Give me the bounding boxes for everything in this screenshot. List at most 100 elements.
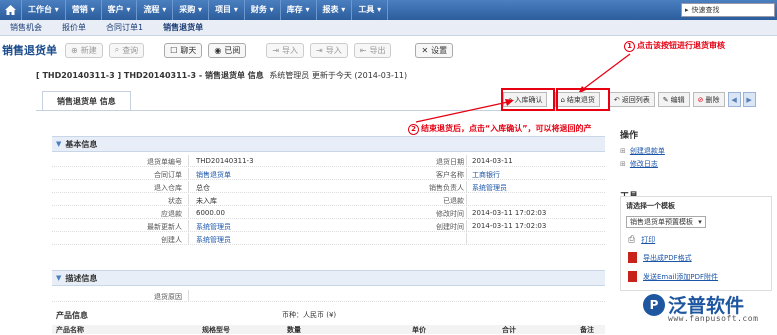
- field-value[interactable]: 销售退货单: [196, 170, 231, 180]
- back-to-list-label: 返回列表: [621, 95, 650, 104]
- chat-button[interactable]: ☐ 聊天: [164, 42, 203, 58]
- left-arrow-icon: ◀: [731, 95, 737, 104]
- export-pdf-link[interactable]: 导出成PDF格式: [643, 253, 692, 263]
- basic-info-row: 退货单编号 THD20140311-3 退货日期 2014-03-11: [52, 155, 605, 167]
- field-label: 应退款: [161, 210, 182, 218]
- divider: [188, 155, 189, 167]
- subnav-sales-return[interactable]: 销售退货单: [153, 22, 213, 33]
- next-record-button[interactable]: ▶: [742, 92, 756, 107]
- export-button[interactable]: ⇤ 导出: [353, 42, 392, 58]
- new-button[interactable]: ⊕ 新建: [65, 42, 103, 58]
- field-label: 最新更新人: [147, 223, 182, 231]
- tab-return-info-label: 销售退货单 信息: [57, 97, 116, 106]
- search-icon: ⌕: [114, 45, 120, 54]
- import-icon: ⇥: [272, 45, 280, 55]
- export-icon: ⇤: [359, 45, 367, 55]
- basic-info-row: 创建人 系统管理员: [52, 233, 605, 245]
- import-button-2[interactable]: ⇥ 导入: [310, 42, 348, 58]
- new-button-label: 新建: [80, 45, 97, 55]
- create-refund-link[interactable]: 创建退款单: [630, 147, 665, 155]
- menu-reports[interactable]: 报表 ▾: [317, 0, 353, 20]
- basic-info-row: 退入仓库 总仓 销售负责人 系统管理员: [52, 181, 605, 193]
- divider: [466, 155, 467, 167]
- field-value: 未入库: [196, 197, 217, 205]
- field-value[interactable]: 系统管理员: [196, 235, 231, 245]
- op-create-refund[interactable]: ⊞ 创建退款单: [620, 146, 777, 156]
- menu-inventory[interactable]: 库存 ▾: [281, 0, 317, 20]
- delete-button[interactable]: ⊘ 删除: [692, 92, 725, 107]
- menu-tools[interactable]: 工具 ▾: [352, 0, 389, 20]
- divider: [466, 207, 467, 219]
- menu-marketing[interactable]: 营销 ▾: [66, 0, 102, 20]
- chevron-down-icon: ▼: [56, 274, 62, 282]
- back-to-list-button[interactable]: ↶ 返回列表: [608, 92, 655, 107]
- subnav-sales-opportunity[interactable]: 销售机会: [0, 22, 52, 33]
- divider: [188, 194, 189, 206]
- tool-email-pdf[interactable]: 发送Email添加PDF附件: [628, 271, 718, 282]
- import-button-label: 导入: [282, 45, 299, 55]
- field-value[interactable]: 系统管理员: [472, 183, 507, 193]
- menu-project[interactable]: 项目 ▾: [209, 0, 245, 20]
- field-value: 2014-03-11: [472, 157, 513, 165]
- menu-finance[interactable]: 财务 ▾: [245, 0, 281, 20]
- query-button-label: 查询: [122, 45, 139, 55]
- op-change-log[interactable]: ⊞ 修改日志: [620, 159, 777, 169]
- subnav-quote[interactable]: 报价单: [52, 22, 96, 33]
- settings-button[interactable]: ✕ 设置: [415, 42, 454, 58]
- divider: [466, 233, 467, 245]
- menu-workflow[interactable]: 流程 ▾: [137, 0, 174, 20]
- pdf-icon: [628, 271, 637, 282]
- menu-purchase[interactable]: 采购 ▾: [173, 0, 210, 20]
- chat-icon: ☐: [170, 45, 178, 55]
- basic-info-header[interactable]: ▼ 基本信息: [52, 136, 605, 152]
- divider: [466, 168, 467, 180]
- menu-workbench[interactable]: 工作台 ▾: [22, 0, 66, 20]
- change-log-link[interactable]: 修改日志: [630, 160, 658, 168]
- field-label: 退入仓库: [154, 184, 182, 192]
- edit-label: 编辑: [670, 95, 685, 104]
- divider: [188, 233, 189, 245]
- record-meta: 系统管理员 更新于今天 (2014-03-11): [269, 71, 408, 80]
- field-label: 创建时间: [436, 223, 464, 231]
- operations-list: ⊞ 创建退款单 ⊞ 修改日志: [620, 146, 777, 169]
- home-button[interactable]: [0, 0, 22, 20]
- annotation-1: 1 点击该按钮进行退货审核: [624, 40, 774, 52]
- dropdown-icon: ▾: [698, 218, 702, 226]
- basic-info-title: 基本信息: [65, 139, 98, 149]
- field-label: 已退款: [443, 197, 464, 205]
- right-sidebar: 操作 ⊞创建退款单 ⊞修改日志 工具: [620, 128, 777, 202]
- home-icon: [5, 5, 16, 15]
- product-table-header: 产品名称 规格型号 数量 单价 合计 备注: [52, 325, 605, 334]
- menu-customer[interactable]: 客户 ▾: [102, 0, 138, 20]
- field-value: 总仓: [196, 184, 210, 192]
- basic-info-row: 状态 未入库 已退款: [52, 194, 605, 206]
- print-link[interactable]: 打印: [641, 235, 655, 245]
- module-title: 销售退货单: [2, 44, 57, 57]
- settings-button-label: 设置: [431, 45, 448, 55]
- tab-return-info[interactable]: 销售退货单 信息: [42, 91, 131, 111]
- product-info-row: 产品信息 币种：人民币 (¥): [52, 308, 605, 322]
- read-button[interactable]: ◉ 已阅: [208, 42, 247, 58]
- template-select[interactable]: 销售退货单预置模板 ▾: [626, 216, 706, 228]
- currency-label: 币种：人民币 (¥): [282, 311, 337, 319]
- edit-button[interactable]: ✎ 编辑: [657, 92, 690, 107]
- field-value[interactable]: 系统管理员: [196, 222, 231, 232]
- description-header[interactable]: ▼ 描述信息: [52, 270, 605, 286]
- annotation-2-arrow: [415, 99, 514, 123]
- import-icon: ⇥: [316, 45, 323, 55]
- divider: [466, 220, 467, 232]
- prev-record-button[interactable]: ◀: [727, 92, 741, 107]
- divider: [188, 207, 189, 219]
- top-nav: 工作台 ▾ 营销 ▾ 客户 ▾ 流程 ▾ 采购 ▾ 项目 ▾ 财务 ▾ 库存 ▾…: [0, 0, 777, 20]
- return-reason-row: 退货原因: [52, 290, 605, 302]
- tool-export-pdf[interactable]: 导出成PDF格式: [628, 252, 692, 263]
- query-button[interactable]: ⌕ 查询: [108, 42, 145, 58]
- tool-print[interactable]: ⎙ 打印: [628, 235, 655, 245]
- field-value[interactable]: 工商银行: [472, 170, 500, 180]
- import-button[interactable]: ⇥ 导入: [266, 42, 305, 58]
- subnav-contract-order[interactable]: 合同订单1: [96, 22, 153, 33]
- expand-icon: ⊞: [620, 147, 626, 155]
- quick-search-input[interactable]: ▸ 快速查找: [681, 3, 775, 17]
- email-pdf-link[interactable]: 发送Email添加PDF附件: [643, 272, 718, 282]
- field-value: 2014-03-11 17:02:03: [472, 209, 547, 217]
